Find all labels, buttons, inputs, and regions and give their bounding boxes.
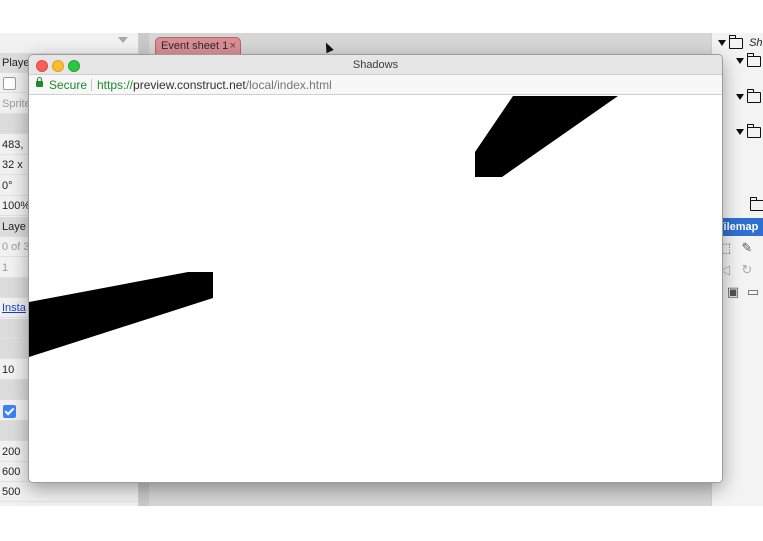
property-value: 0 of 3 <box>2 241 30 254</box>
url-host: preview.construct.net <box>133 78 246 92</box>
tree-item-folder-3[interactable] <box>736 123 761 139</box>
property-checkbox[interactable] <box>3 77 16 91</box>
tab-event-sheet-1[interactable]: Event sheet 1 × <box>155 37 241 55</box>
save-icon[interactable]: ▣ <box>726 285 740 299</box>
property-value: 1 <box>2 261 9 274</box>
expand-triangle-icon[interactable] <box>718 40 726 47</box>
folder-icon <box>746 88 761 103</box>
open-folder-icon[interactable]: ▭ <box>746 285 760 299</box>
url-scheme: https:// <box>97 78 134 92</box>
expand-triangle-icon[interactable] <box>736 94 744 101</box>
pencil-icon[interactable]: ✎ <box>740 241 754 255</box>
lock-icon <box>36 77 43 87</box>
secure-label: Secure <box>49 78 88 92</box>
shadow-shape-top <box>475 96 618 177</box>
game-canvas <box>29 96 618 357</box>
rotate-icon[interactable]: ↻ <box>740 263 754 277</box>
game-viewport[interactable] <box>29 95 722 482</box>
scroll-up-arrow-icon[interactable] <box>118 37 128 43</box>
tilemap-label: Tilemap <box>717 221 759 233</box>
tree-item-root[interactable]: Sh <box>718 34 763 50</box>
url-path: /local/index.html <box>245 78 332 92</box>
window-title: Shadows <box>352 59 399 71</box>
property-value: 200 <box>2 445 21 458</box>
property-checkbox[interactable] <box>3 404 16 418</box>
window-titlebar[interactable]: Shadows <box>29 55 722 75</box>
property-value: Insta <box>2 302 26 315</box>
property-value: Sprite <box>2 97 31 110</box>
folder-icon <box>746 123 761 138</box>
expand-triangle-icon[interactable] <box>736 58 744 65</box>
property-value: 483, <box>2 138 24 151</box>
property-value: 32 x <box>2 159 23 172</box>
tab-label: Event sheet 1 <box>161 40 229 52</box>
property-value: 600 <box>2 466 21 478</box>
tree-item-folder-4[interactable] <box>749 196 763 212</box>
address-separator <box>91 79 92 91</box>
expand-triangle-icon[interactable] <box>736 129 744 136</box>
tree-item-folder-1[interactable] <box>736 52 761 68</box>
shadow-shape-left <box>29 272 213 357</box>
property-value: 0° <box>2 179 13 192</box>
property-value: 500 <box>2 486 21 499</box>
tree-root-label: Sh <box>749 37 763 49</box>
folder-icon <box>749 196 763 211</box>
property-value: 10 <box>2 363 15 376</box>
folder-icon <box>746 52 761 67</box>
property-row[interactable]: 500 <box>0 482 138 503</box>
property-value: 100% <box>2 200 31 213</box>
property-value: Playe <box>2 57 30 69</box>
folder-icon <box>728 34 743 49</box>
property-value: Laye <box>2 220 26 233</box>
address-bar[interactable]: Secure https://preview.construct.net/loc… <box>29 75 722 95</box>
tree-item-folder-2[interactable] <box>736 88 761 104</box>
url-text[interactable]: https://preview.construct.net/local/inde… <box>97 75 332 95</box>
preview-window: Shadows Secure https://preview.construct… <box>28 54 723 483</box>
close-icon[interactable]: × <box>230 38 236 55</box>
